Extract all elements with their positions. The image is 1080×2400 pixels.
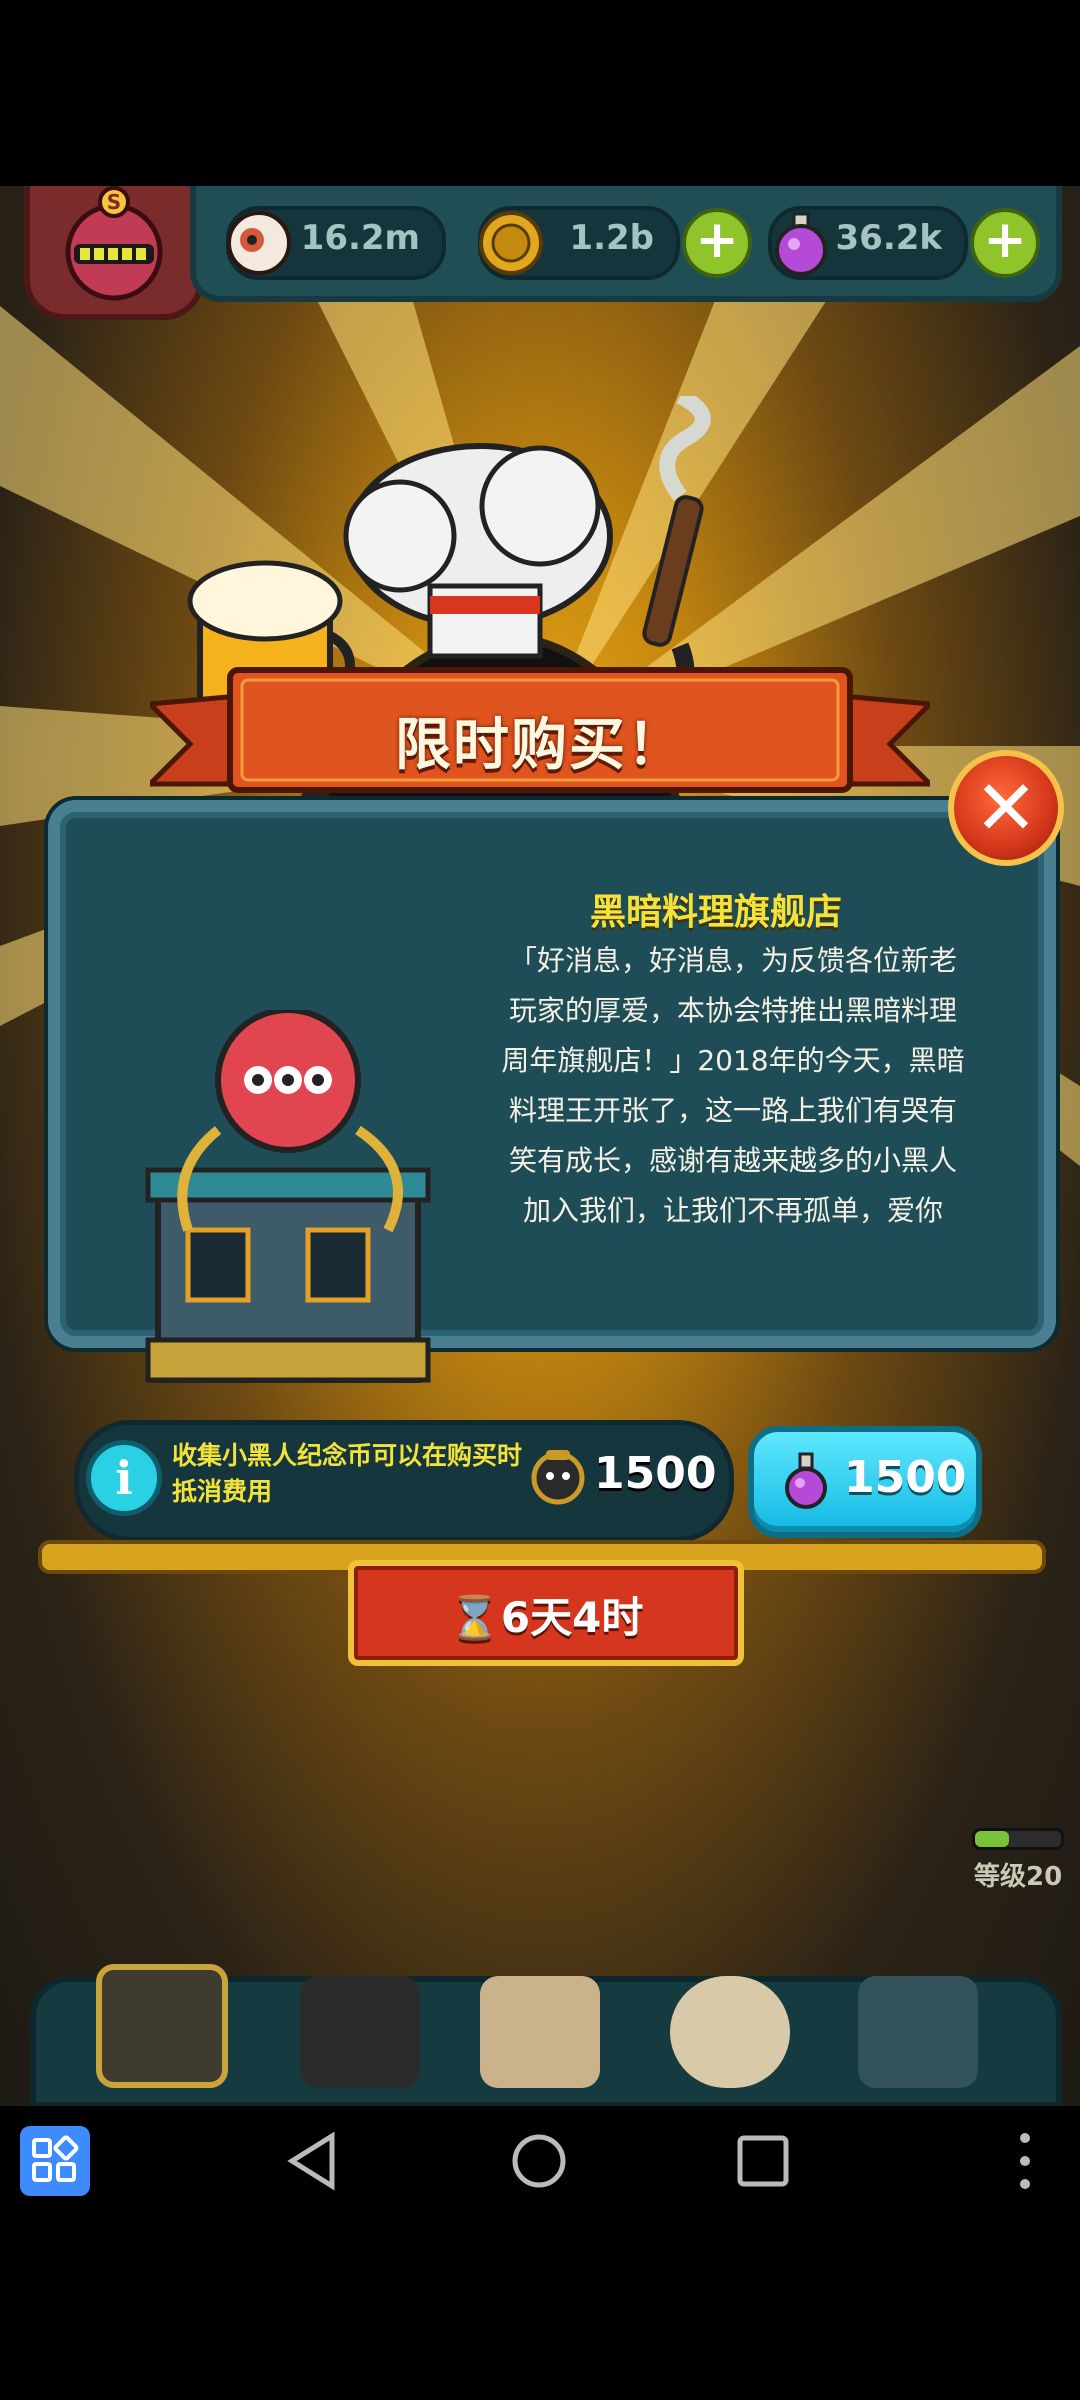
potion-price: 1500 <box>844 1452 967 1503</box>
purple-potion-icon <box>785 1452 827 1509</box>
shop-building-button[interactable] <box>96 1964 228 2088</box>
recents-icon[interactable] <box>728 2126 798 2196</box>
timer-value: 6天4时 <box>500 1593 644 1642</box>
eyeball-counter: 16.2m <box>226 206 446 280</box>
potion-value: 36.2k <box>835 218 943 258</box>
description-line: 玩家的厚爱，本协会特推出黑暗料理 <box>508 994 957 1027</box>
back-icon[interactable] <box>280 2126 350 2196</box>
shop-description: 「好消息，好消息，为反馈各位新老 玩家的厚爱，本协会特推出黑暗料理 周年旗舰店！… <box>490 936 976 1236</box>
add-coins-button[interactable]: + <box>682 208 752 278</box>
resource-bar: 16.2m 1.2b + 36.2k + <box>190 186 1062 302</box>
apps-icon <box>32 2135 79 2182</box>
level-progress-bar <box>972 1828 1064 1850</box>
shop-title: 黑暗料理旗舰店 <box>590 892 843 933</box>
app-grid-icon[interactable] <box>20 2126 90 2196</box>
eyeball-icon <box>227 211 291 275</box>
coin-counter: 1.2b <box>478 206 680 280</box>
close-button[interactable]: ✕ <box>948 750 1064 866</box>
description-line: 笑有成长，感谢有越来越多的小黑人 <box>508 1144 957 1177</box>
monster-badge-icon: S <box>65 186 163 301</box>
player-level: 等级20 <box>974 1862 1063 1892</box>
description-line: 料理王开张了，这一路上我们有哭有 <box>508 1094 957 1127</box>
info-icon[interactable]: i <box>86 1440 162 1516</box>
description-line: 加入我们，让我们不再孤单，爱你 <box>522 1194 943 1227</box>
add-potions-button[interactable]: + <box>970 208 1040 278</box>
bottom-black-area <box>0 2216 1080 2400</box>
book-button[interactable] <box>480 1976 600 2088</box>
coin-price: 1500 <box>594 1448 717 1499</box>
close-icon: ✕ <box>974 763 1038 852</box>
svg-text:S: S <box>107 190 121 214</box>
limited-offer-title: 限时购买！ <box>395 713 685 778</box>
dark-cuisine-flagship-store-icon <box>145 1010 431 1383</box>
memorial-coin-icon <box>531 1450 585 1505</box>
player-avatar-badge[interactable]: S <box>24 186 204 320</box>
money-bag-button[interactable] <box>670 1976 790 2088</box>
description-line: 「好消息，好消息，为反馈各位新老 <box>508 944 957 977</box>
status-bar-area <box>0 0 1080 186</box>
eyeball-value: 16.2m <box>300 218 420 258</box>
purple-potion-icon <box>775 212 827 276</box>
home-icon[interactable] <box>504 2126 574 2196</box>
countdown-timer: ⌛6天4时 <box>348 1560 744 1666</box>
inventory-button[interactable] <box>858 1976 978 2088</box>
hourglass-icon: ⌛ <box>448 1593 501 1642</box>
cigar-icon <box>642 396 711 647</box>
potion-counter: 36.2k <box>768 206 968 280</box>
level-progress-fill <box>975 1831 1010 1847</box>
description-line: 周年旗舰店！」2018年的今天，黑暗 <box>501 1044 965 1077</box>
gold-coin-icon <box>479 211 543 275</box>
coin-value: 1.2b <box>569 218 654 258</box>
more-options-icon[interactable] <box>990 2126 1060 2196</box>
buy-with-potions-button[interactable]: 1500 <box>748 1426 982 1538</box>
characters-button[interactable] <box>300 1976 420 2088</box>
discount-info-text: 收集小黑人纪念币可以在购买时抵消费用 <box>172 1441 523 1506</box>
timer-label: ⌛6天4时 <box>354 1584 738 1645</box>
